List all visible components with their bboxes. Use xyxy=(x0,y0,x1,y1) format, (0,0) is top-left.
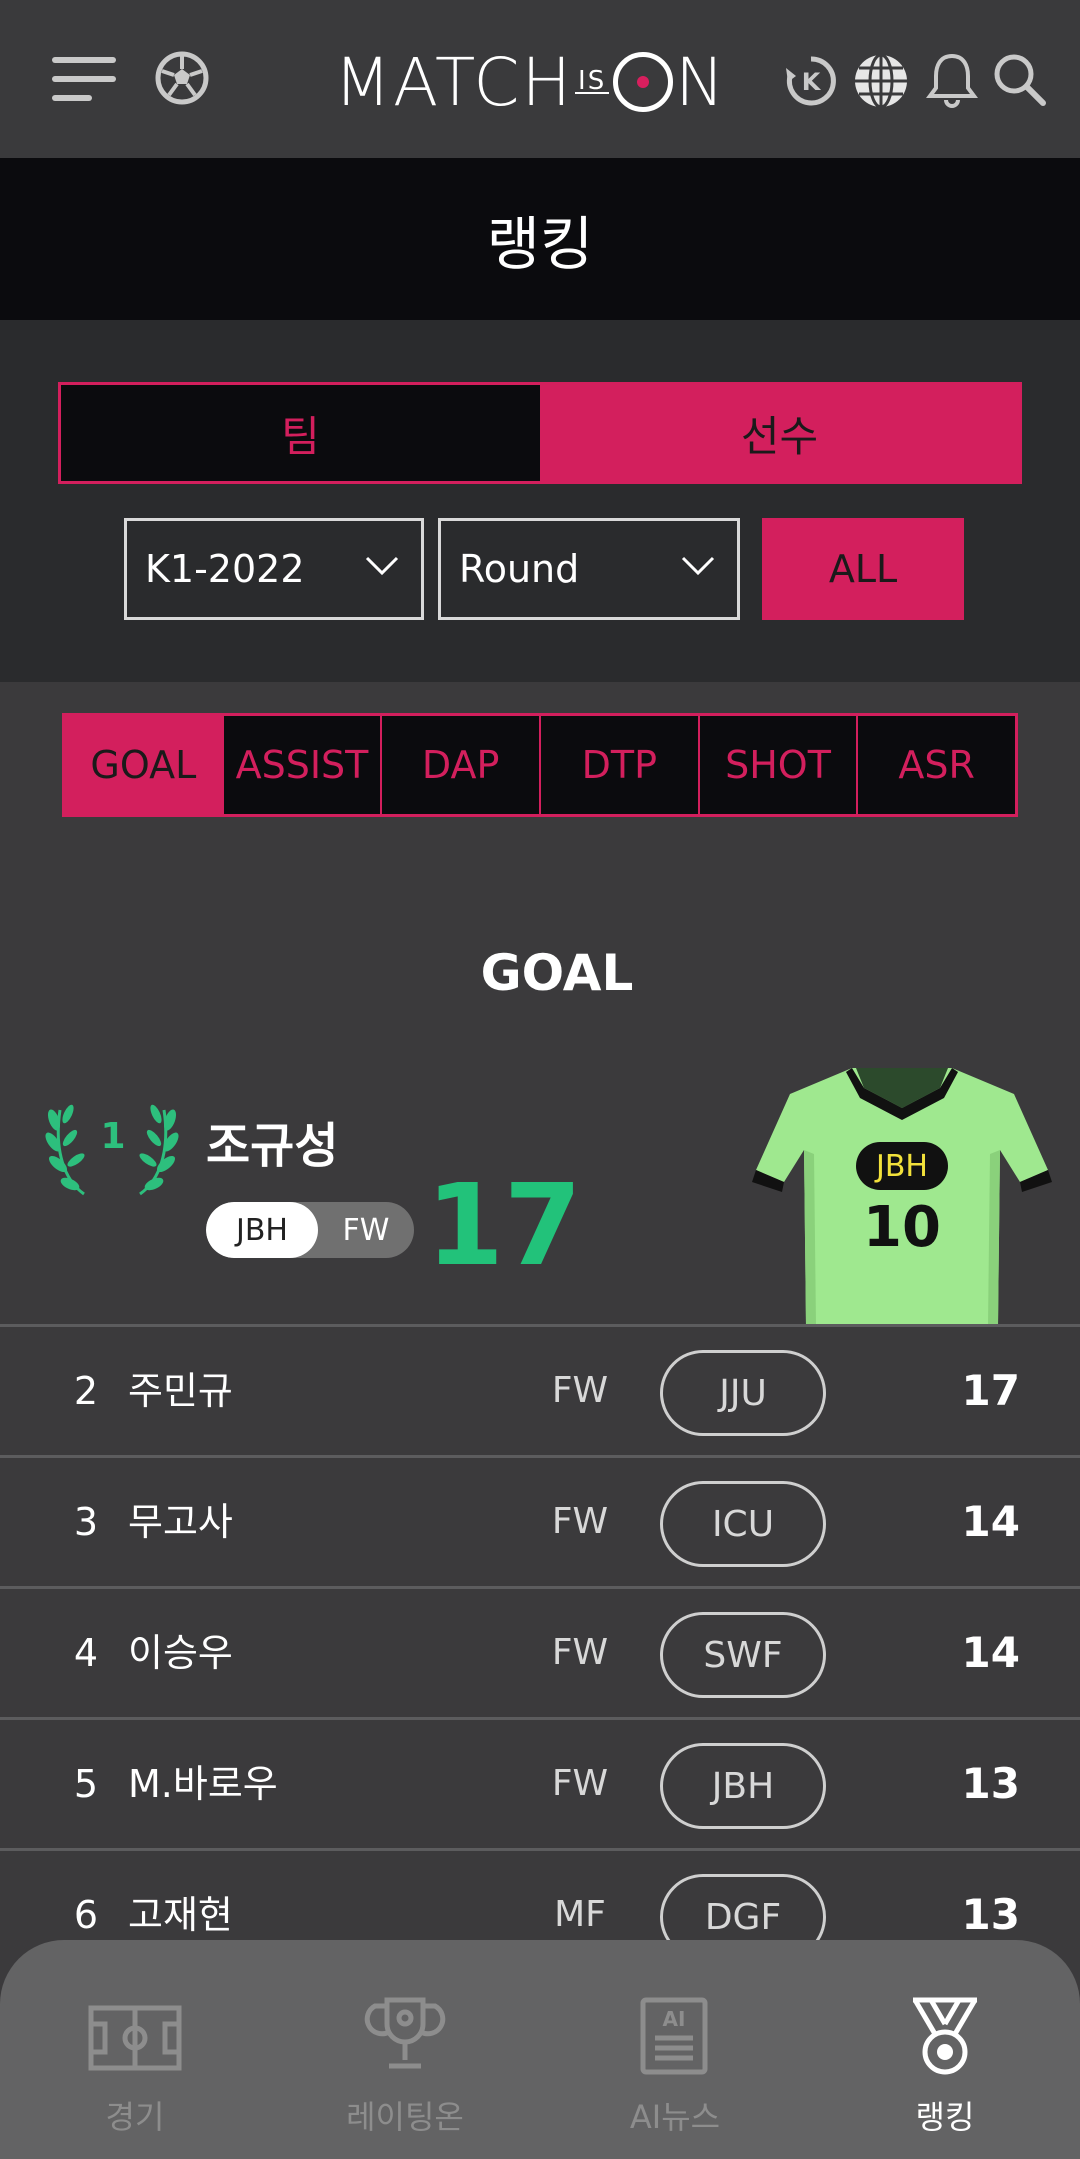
first-place-position: FW xyxy=(342,1212,390,1248)
row-value: 17 xyxy=(961,1366,1020,1415)
matchison-logo[interactable]: MATCH IS N xyxy=(334,42,727,122)
logo-is-mark: IS xyxy=(575,66,610,96)
first-place-value: 17 xyxy=(426,1161,582,1291)
row-team-badge: JJU xyxy=(660,1350,826,1436)
row-value: 13 xyxy=(961,1759,1020,1808)
stat-section-title: GOAL xyxy=(480,944,634,1002)
tab-goal[interactable]: GOAL xyxy=(65,716,222,814)
jersey-team-text: JBH xyxy=(874,1149,928,1184)
nav-label: 경기 xyxy=(105,2098,165,2136)
page-title: 랭킹 xyxy=(486,210,594,278)
team-jersey-image: JBH 10 xyxy=(752,1068,1052,1326)
row-player-name: 무고사 xyxy=(128,1500,233,1544)
row-rank: 4 xyxy=(73,1631,99,1675)
row-team-badge: SWF xyxy=(660,1612,826,1698)
logo-o-mark xyxy=(613,52,674,112)
row-player-name: 주민규 xyxy=(128,1369,233,1413)
notification-bell-icon[interactable] xyxy=(924,50,980,108)
nav-item-ai-news[interactable]: AI AI뉴스 xyxy=(540,1940,810,2159)
row-player-name: 이승우 xyxy=(128,1631,233,1675)
first-place-card[interactable]: 1 조규성 JBH FW 17 JBH 10 xyxy=(0,1040,1080,1326)
ranking-list: 2 주민규 FW JJU 17 3 무고사 FW ICU 14 4 이승우 FW… xyxy=(0,1324,1080,1979)
trophy-icon xyxy=(364,1997,446,2069)
row-position: FW xyxy=(551,1501,609,1542)
ranking-row[interactable]: 2 주민규 FW JJU 17 xyxy=(0,1324,1080,1455)
nav-item-ranking[interactable]: 랭킹 xyxy=(810,1940,1080,2159)
tab-team[interactable]: 팀 xyxy=(61,385,540,481)
round-select-value: Round xyxy=(459,547,580,591)
row-rank: 3 xyxy=(73,1500,99,1544)
row-rank: 2 xyxy=(73,1369,99,1413)
nav-label: 랭킹 xyxy=(915,2098,975,2136)
newspaper-icon: AI xyxy=(640,1997,708,2075)
bottom-navigation: 경기 레이팅온 AI AI뉴스 랭킹 xyxy=(0,1940,1080,2159)
chevron-down-icon xyxy=(365,556,399,576)
top-app-bar: MATCH IS N K xyxy=(0,0,1080,158)
svg-text:K: K xyxy=(802,68,822,96)
filter-section: 팀 선수 K1-2022 Round ALL xyxy=(0,320,1080,682)
row-position: FW xyxy=(551,1763,609,1804)
ranking-row[interactable]: 3 무고사 FW ICU 14 xyxy=(0,1455,1080,1586)
row-value: 14 xyxy=(961,1628,1020,1677)
tab-shot[interactable]: SHOT xyxy=(697,716,857,814)
row-team-badge: JBH xyxy=(660,1743,826,1829)
ranking-page: MATCH IS N K 랭킹 팀 선수 K1-2022 Round ALL G… xyxy=(0,0,1080,2159)
nav-item-rating-on[interactable]: 레이팅온 xyxy=(270,1940,540,2159)
row-player-name: M.바로우 xyxy=(128,1762,278,1806)
k-league-icon[interactable]: K xyxy=(784,54,838,108)
globe-language-icon[interactable] xyxy=(852,52,910,110)
row-team-badge: ICU xyxy=(660,1481,826,1567)
row-position: FW xyxy=(551,1632,609,1673)
soccer-ball-icon[interactable] xyxy=(154,50,210,106)
logo-text-n: N xyxy=(675,43,727,121)
nav-label: AI뉴스 xyxy=(629,2098,721,2136)
chevron-down-icon xyxy=(681,556,715,576)
jersey-number-text: 10 xyxy=(863,1195,941,1260)
all-button[interactable]: ALL xyxy=(762,518,964,620)
soccer-field-icon xyxy=(88,2005,182,2071)
team-player-toggle: 팀 선수 xyxy=(58,382,1022,484)
team-position-badge: JBH FW xyxy=(206,1202,414,1258)
tab-dap[interactable]: DAP xyxy=(380,716,539,814)
first-place-name: 조규성 xyxy=(206,1118,339,1174)
tab-dtp[interactable]: DTP xyxy=(539,716,698,814)
first-place-team: JBH xyxy=(206,1202,318,1258)
tab-player[interactable]: 선수 xyxy=(540,385,1019,481)
tab-assist[interactable]: ASSIST xyxy=(221,716,381,814)
ranking-row[interactable]: 4 이승우 FW SWF 14 xyxy=(0,1586,1080,1717)
first-place-rank: 1 xyxy=(100,1116,126,1157)
season-select-value: K1-2022 xyxy=(145,547,305,591)
logo-text-match: MATCH xyxy=(334,43,574,121)
page-header: 랭킹 xyxy=(0,158,1080,320)
round-select[interactable]: Round xyxy=(438,518,740,620)
hamburger-menu-icon[interactable] xyxy=(52,55,118,103)
logo-text-is: IS xyxy=(578,66,607,96)
row-position: FW xyxy=(551,1370,609,1411)
row-value: 14 xyxy=(961,1497,1020,1546)
tab-asr[interactable]: ASR xyxy=(856,716,1015,814)
search-icon[interactable] xyxy=(990,50,1048,108)
nav-label: 레이팅온 xyxy=(346,2098,464,2136)
season-select[interactable]: K1-2022 xyxy=(124,518,424,620)
medal-icon xyxy=(912,1997,978,2075)
ranking-row[interactable]: 5 M.바로우 FW JBH 13 xyxy=(0,1717,1080,1848)
stat-category-tabs: GOAL ASSIST DAP DTP SHOT ASR xyxy=(62,713,1018,817)
svg-text:AI: AI xyxy=(663,2007,686,2031)
nav-item-matches[interactable]: 경기 xyxy=(0,1940,270,2159)
row-rank: 5 xyxy=(73,1762,99,1806)
